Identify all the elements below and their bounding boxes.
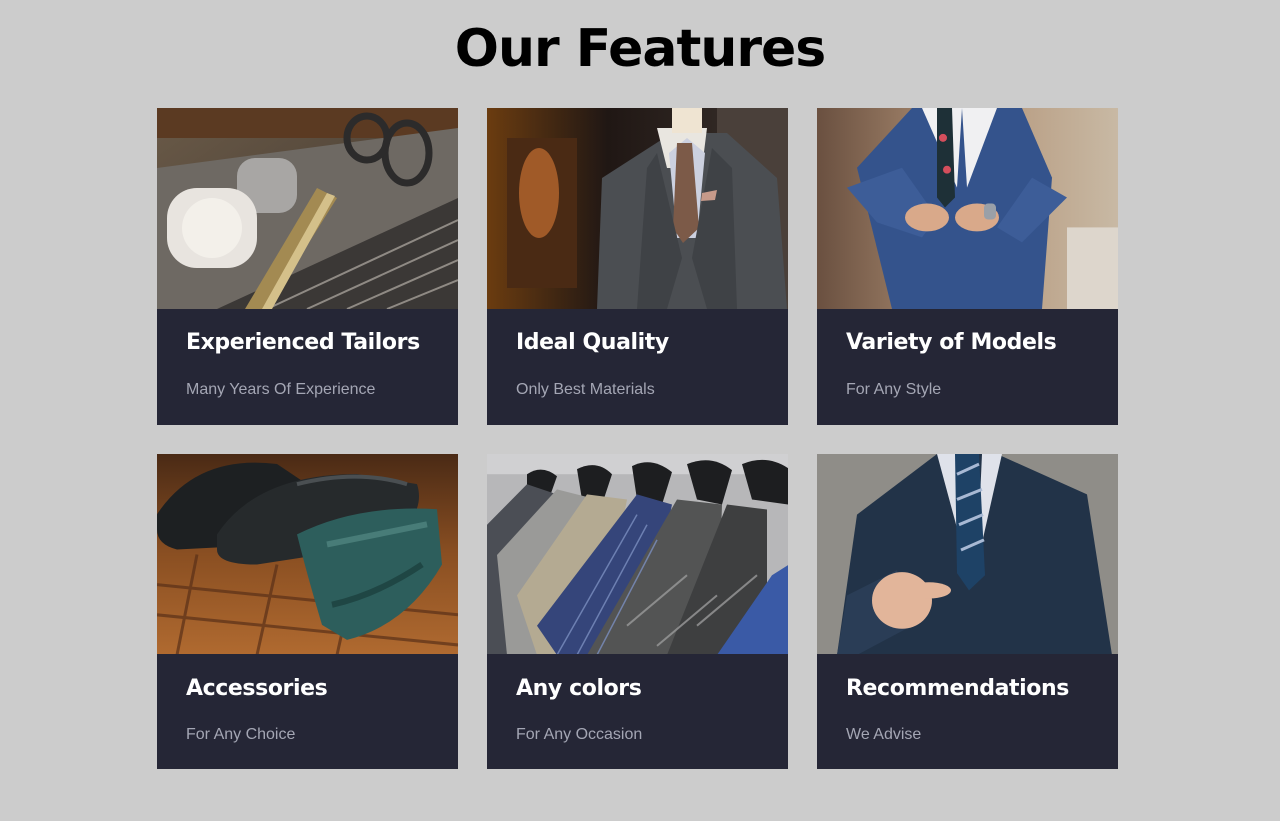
card-subtitle: For Any Style: [846, 381, 942, 398]
card-title: Ideal Quality: [516, 330, 669, 355]
shoes-and-tie-photo: [157, 454, 458, 654]
suit-on-mannequin-photo: [487, 108, 788, 309]
card-subtitle: Only Best Materials: [516, 381, 655, 398]
card-subtitle: For Any Occasion: [516, 726, 643, 743]
card-title: Recommendations: [846, 676, 1069, 701]
card-title: Experienced Tailors: [186, 330, 420, 355]
feature-card-recommendations[interactable]: Recommendations We Advise: [817, 454, 1118, 769]
card-subtitle: Many Years Of Experience: [186, 381, 376, 398]
feature-card-any-colors[interactable]: Any colors For Any Occasion: [487, 454, 788, 769]
feature-card-ideal-quality[interactable]: Ideal Quality Only Best Materials: [487, 108, 788, 425]
card-title: Any colors: [516, 676, 642, 701]
card-title: Accessories: [186, 676, 328, 701]
card-title: Variety of Models: [846, 330, 1057, 355]
feature-card-accessories[interactable]: Accessories For Any Choice: [157, 454, 458, 769]
suits-on-rack-photo: [487, 454, 788, 654]
card-subtitle: We Advise: [846, 726, 922, 743]
feature-card-variety-of-models[interactable]: Variety of Models For Any Style: [817, 108, 1118, 425]
man-in-blue-suit-photo: [817, 108, 1118, 309]
card-subtitle: For Any Choice: [186, 726, 296, 743]
section-title: Our Features: [454, 19, 826, 79]
feature-card-experienced-tailors[interactable]: Experienced Tailors Many Years Of Experi…: [157, 108, 458, 425]
scissors-thread-fabric-photo: [157, 108, 458, 309]
man-pointing-photo: [817, 454, 1118, 654]
